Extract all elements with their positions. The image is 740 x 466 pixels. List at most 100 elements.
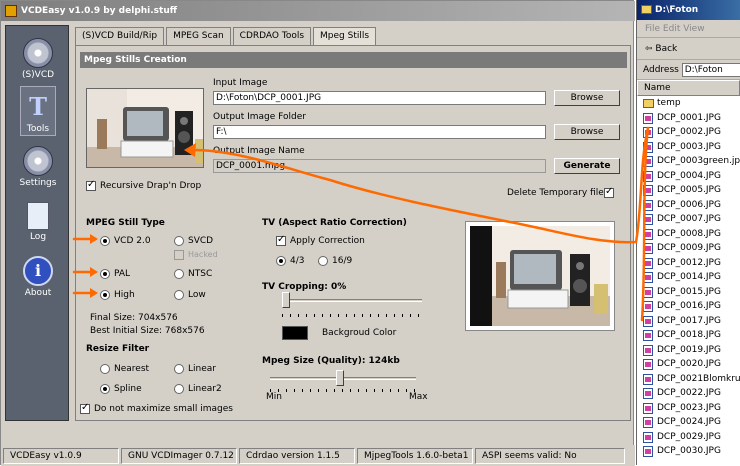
file-item[interactable]: DCP_0009.JPG bbox=[643, 241, 740, 256]
low-radio[interactable] bbox=[174, 290, 184, 300]
linear-radio[interactable] bbox=[174, 364, 184, 374]
file-name: DCP_0001.JPG bbox=[657, 112, 721, 123]
still-type-title: MPEG Still Type bbox=[86, 218, 165, 228]
sidebar-item-svcd[interactable]: (S)VCD bbox=[6, 38, 70, 80]
browse-output-button[interactable]: Browse bbox=[554, 124, 620, 140]
output-folder-field[interactable]: F:\ bbox=[213, 125, 546, 139]
file-name: DCP_0003green.jpg bbox=[657, 156, 740, 166]
tab-svcd-build-rip[interactable]: (S)VCD Build/Rip bbox=[75, 27, 165, 45]
recursive-dnd-label: Recursive Drap'n Drop bbox=[100, 181, 202, 191]
browse-input-button[interactable]: Browse bbox=[554, 90, 620, 106]
file-item[interactable]: DCP_0030.JPG bbox=[643, 444, 740, 459]
file-item[interactable]: DCP_0024.JPG bbox=[643, 415, 740, 430]
file-item[interactable]: DCP_0001.JPG bbox=[643, 111, 740, 126]
file-name: DCP_0023.JPG bbox=[657, 402, 721, 413]
input-image-preview bbox=[86, 88, 204, 168]
file-name: DCP_0015.JPG bbox=[657, 286, 721, 297]
folder-item[interactable]: temp bbox=[643, 96, 740, 111]
tv-crop-ticks bbox=[282, 314, 422, 317]
file-item[interactable]: DCP_0012.JPG bbox=[643, 256, 740, 271]
apply-correction-label: Apply Correction bbox=[290, 236, 365, 246]
tab-mpeg-scan[interactable]: MPEG Scan bbox=[166, 27, 231, 45]
file-name: DCP_0029.JPG bbox=[657, 431, 721, 442]
file-item[interactable]: DCP_0019.JPG bbox=[643, 343, 740, 358]
file-name: DCP_0009.JPG bbox=[657, 243, 721, 253]
nearest-label: Nearest bbox=[114, 364, 150, 374]
ratio-43-label: 4/3 bbox=[290, 256, 305, 266]
sidebar-item-settings[interactable]: Settings bbox=[6, 146, 70, 188]
ntsc-label: NTSC bbox=[188, 269, 213, 279]
file-name: DCP_0022.JPG bbox=[657, 388, 721, 398]
jpeg-file-icon bbox=[643, 141, 653, 153]
tab-bar: (S)VCD Build/Rip MPEG Scan CDRDAO Tools … bbox=[75, 27, 378, 46]
file-item[interactable]: DCP_0014.JPG bbox=[643, 270, 740, 285]
explorer-toolbar: ⇦ Back bbox=[637, 38, 740, 60]
tab-mpeg-stills[interactable]: Mpeg Stills bbox=[313, 27, 377, 46]
address-field[interactable]: D:\Foton bbox=[681, 62, 740, 77]
file-item[interactable]: DCP_0017.JPG bbox=[643, 314, 740, 329]
svcd-label: SVCD bbox=[188, 236, 214, 246]
tab-cdrdao-tools[interactable]: CDRDAO Tools bbox=[232, 27, 312, 45]
jpeg-file-icon bbox=[643, 301, 653, 312]
tv-crop-slider-thumb[interactable] bbox=[282, 292, 290, 308]
file-item[interactable]: DCP_0020.JPG bbox=[643, 357, 740, 372]
tv-crop-title: TV Cropping: 0% bbox=[262, 282, 347, 292]
file-item[interactable]: DCP_0023.JPG bbox=[643, 401, 740, 416]
explorer-menu-bar[interactable]: File Edit View bbox=[637, 20, 740, 38]
pal-label: PAL bbox=[114, 269, 131, 279]
input-image-field[interactable]: D:\Foton\DCP_0001.JPG bbox=[213, 91, 546, 105]
jpeg-file-icon bbox=[643, 272, 653, 283]
ratio-43-radio[interactable] bbox=[276, 256, 286, 266]
high-label: High bbox=[114, 290, 135, 300]
spline-radio[interactable] bbox=[100, 384, 110, 394]
file-item[interactable]: DCP_0008.JPG bbox=[643, 227, 740, 242]
file-item[interactable]: DCP_0005.JPG bbox=[643, 183, 740, 198]
svcd-radio[interactable] bbox=[174, 236, 184, 246]
file-name: DCP_0020.JPG bbox=[657, 359, 721, 369]
background-color-swatch[interactable] bbox=[282, 326, 308, 340]
high-radio[interactable] bbox=[100, 290, 110, 300]
delete-temp-label: Delete Temporary files bbox=[507, 188, 609, 198]
file-item[interactable]: DCP_0007.JPG bbox=[643, 212, 740, 227]
sidebar-item-tools[interactable]: T Tools bbox=[6, 92, 70, 134]
ntsc-radio[interactable] bbox=[174, 269, 184, 279]
ratio-169-radio[interactable] bbox=[318, 256, 328, 266]
sidebar-item-about[interactable]: i About bbox=[6, 256, 70, 298]
delete-temp-checkbox[interactable] bbox=[604, 186, 614, 198]
recursive-dnd-checkbox[interactable] bbox=[86, 179, 96, 191]
sidebar-item-label: Tools bbox=[26, 124, 50, 134]
file-item[interactable]: DCP_0006.JPG bbox=[643, 198, 740, 213]
file-item[interactable]: DCP_0029.JPG bbox=[643, 430, 740, 445]
living-room-photo bbox=[87, 89, 203, 167]
back-button[interactable]: Back bbox=[655, 44, 677, 54]
file-item[interactable]: DCP_0015.JPG bbox=[643, 285, 740, 300]
title-bar[interactable]: VCDEasy v1.0.9 by delphi.stuff bbox=[1, 1, 635, 21]
hacked-checkbox[interactable] bbox=[174, 250, 184, 260]
file-item[interactable]: DCP_0004.JPG bbox=[643, 169, 740, 184]
file-name: DCP_0017.JPG bbox=[657, 315, 721, 326]
file-item[interactable]: DCP_0002.JPG bbox=[643, 125, 740, 140]
linear2-radio[interactable] bbox=[174, 384, 184, 394]
explorer-title-bar[interactable]: D:\Foton bbox=[637, 0, 740, 20]
output-image-preview bbox=[465, 221, 615, 331]
file-item[interactable]: DCP_0018.JPG bbox=[643, 328, 740, 343]
status-vcdimager-version: GNU VCDImager 0.7.12 bbox=[121, 447, 237, 464]
sidebar-item-log[interactable]: Log bbox=[6, 202, 70, 242]
name-column-header[interactable]: Name bbox=[637, 80, 740, 96]
nearest-radio[interactable] bbox=[100, 364, 110, 374]
file-item[interactable]: DCP_0003green.jpg bbox=[643, 154, 740, 169]
generate-button[interactable]: Generate bbox=[554, 158, 620, 174]
output-name-field[interactable]: DCP_0001.mpg bbox=[213, 159, 546, 173]
file-item[interactable]: DCP_0016.JPG bbox=[643, 299, 740, 314]
apply-correction-checkbox[interactable] bbox=[276, 234, 286, 246]
vcd20-radio[interactable] bbox=[100, 236, 110, 246]
no-maximize-checkbox[interactable] bbox=[80, 402, 90, 414]
mpeg-size-slider-thumb[interactable] bbox=[336, 370, 345, 386]
pal-radio[interactable] bbox=[100, 269, 110, 279]
file-name: DCP_0002.JPG bbox=[657, 127, 721, 137]
file-item[interactable]: DCP_0003.JPG bbox=[643, 140, 740, 155]
file-name: DCP_0018.JPG bbox=[657, 330, 721, 340]
settings-cd-icon bbox=[23, 146, 53, 176]
file-item[interactable]: DCP_0021Blomkruka bbox=[643, 372, 740, 387]
file-item[interactable]: DCP_0022.JPG bbox=[643, 386, 740, 401]
